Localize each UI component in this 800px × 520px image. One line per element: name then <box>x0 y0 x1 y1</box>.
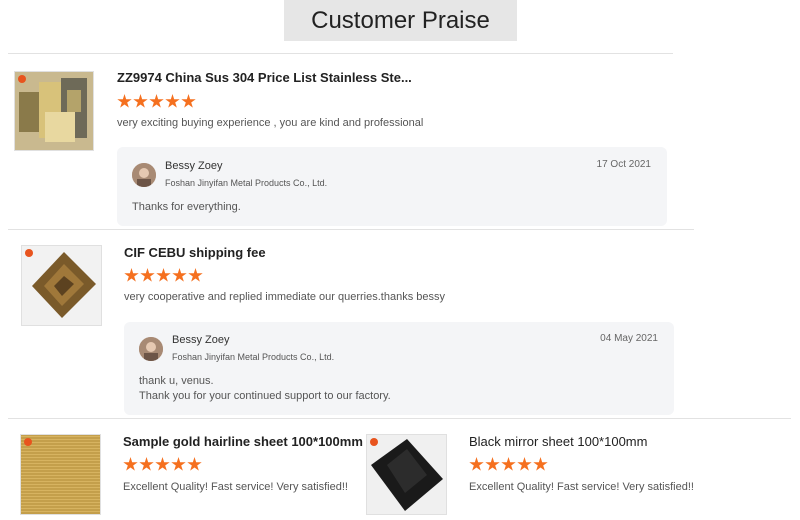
product-title[interactable]: ZZ9974 China Sus 304 Price List Stainles… <box>117 70 412 85</box>
star-icon <box>188 268 203 282</box>
seller-reply: Bessy Zoey Foshan Jinyifan Metal Product… <box>124 322 674 415</box>
star-rating <box>117 94 196 109</box>
reply-author: Bessy Zoey <box>165 160 223 172</box>
star-icon <box>187 457 202 471</box>
star-icon <box>485 457 500 471</box>
product-title[interactable]: Sample gold hairline sheet 100*100mm <box>123 434 363 449</box>
star-rating <box>124 268 203 283</box>
star-rating <box>469 457 548 472</box>
reply-company: Foshan Jinyifan Metal Products Co., Ltd. <box>172 352 335 362</box>
star-icon <box>469 457 484 471</box>
reply-text: thank u, venus. <box>139 375 214 387</box>
star-icon <box>165 94 180 108</box>
avatar <box>132 163 156 187</box>
review-comment: very cooperative and replied immediate o… <box>124 291 445 303</box>
review-comment: Excellent Quality! Fast service! Very sa… <box>469 481 694 493</box>
review-comment: very exciting buying experience , you ar… <box>117 117 424 129</box>
divider <box>8 229 694 230</box>
product-title[interactable]: CIF CEBU shipping fee <box>124 245 266 260</box>
star-icon <box>181 94 196 108</box>
star-icon <box>140 268 155 282</box>
star-icon <box>172 268 187 282</box>
star-icon <box>133 94 148 108</box>
hot-badge-icon <box>24 438 32 446</box>
product-thumbnail[interactable] <box>21 245 102 326</box>
product-thumbnail[interactable] <box>20 434 101 515</box>
product-title[interactable]: Black mirror sheet 100*100mm <box>469 434 647 449</box>
star-icon <box>149 94 164 108</box>
product-thumbnail[interactable] <box>366 434 447 515</box>
star-icon <box>155 457 170 471</box>
divider <box>8 53 673 54</box>
product-thumbnail[interactable] <box>14 71 94 151</box>
star-rating <box>123 457 202 472</box>
reply-date: 04 May 2021 <box>600 333 658 344</box>
review-comment: Excellent Quality! Fast service! Very sa… <box>123 481 348 493</box>
hot-badge-icon <box>370 438 378 446</box>
star-icon <box>501 457 516 471</box>
avatar <box>139 337 163 361</box>
star-icon <box>533 457 548 471</box>
reply-company: Foshan Jinyifan Metal Products Co., Ltd. <box>165 178 328 188</box>
reply-date: 17 Oct 2021 <box>596 159 651 170</box>
reply-text: Thank you for your continued support to … <box>139 390 391 402</box>
reply-text: Thanks for everything. <box>132 201 241 213</box>
page-title: Customer Praise <box>284 0 517 41</box>
seller-reply: Bessy Zoey Foshan Jinyifan Metal Product… <box>117 147 667 226</box>
reply-author: Bessy Zoey <box>172 334 230 346</box>
star-icon <box>517 457 532 471</box>
star-icon <box>139 457 154 471</box>
star-icon <box>117 94 132 108</box>
star-icon <box>123 457 138 471</box>
star-icon <box>124 268 139 282</box>
star-icon <box>156 268 171 282</box>
star-icon <box>171 457 186 471</box>
hot-badge-icon <box>18 75 26 83</box>
divider <box>8 418 791 419</box>
hot-badge-icon <box>25 249 33 257</box>
